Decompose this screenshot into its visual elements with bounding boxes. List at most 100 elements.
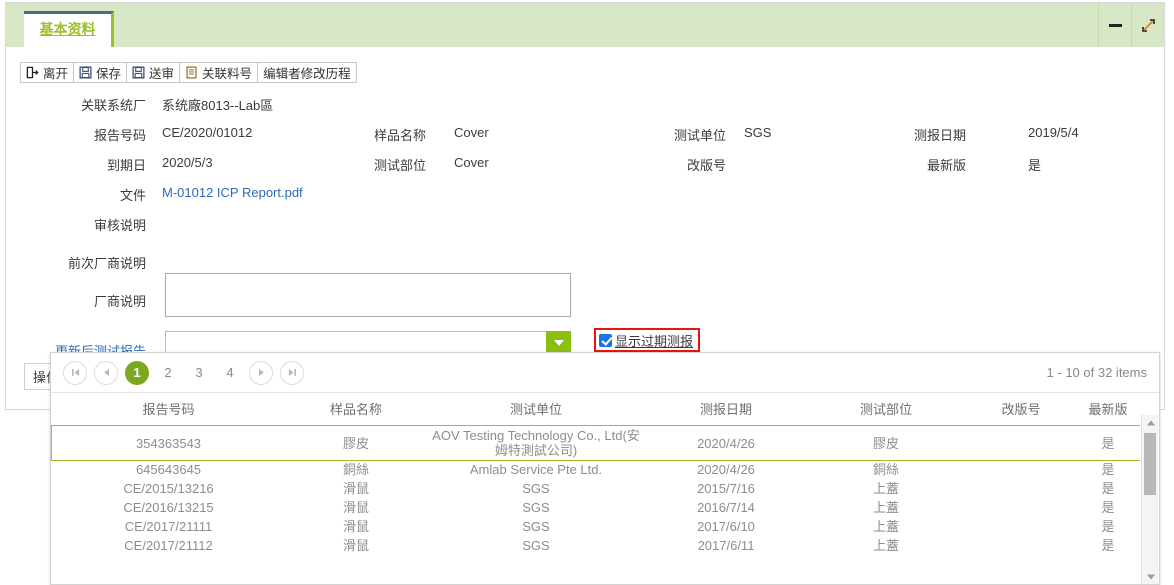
page-button-2[interactable]: 2	[156, 361, 180, 385]
table-row[interactable]: CE/2015/13216 滑鼠 SGS 2015/7/16 上蓋 是	[51, 479, 1140, 498]
table-cell: 銅絲	[872, 462, 899, 477]
tab-basic-info-label: 基本资料	[39, 21, 96, 37]
table-cell: 2016/7/14	[697, 500, 755, 515]
table-cell: 2017/6/11	[697, 538, 755, 553]
table-cell: 膠皮	[342, 435, 369, 451]
form-row-system-factory: 关联系统厂 系统廠8013--Lab區	[6, 95, 1164, 125]
last-page-icon	[288, 369, 296, 376]
editor-history-button-label: 编辑者修改历程	[263, 67, 351, 81]
table-cell: AOV Testing Technology Co., Ltd(安姆特測試公司)	[432, 428, 640, 458]
submit-icon	[132, 66, 145, 79]
report-table: 报告号码 样品名称 测试单位 测报日期 测试部位 改版号 最新版 3543635…	[51, 393, 1140, 555]
table-cell	[966, 426, 1076, 461]
table-row[interactable]: CE/2016/13215 滑鼠 SGS 2016/7/14 上蓋 是	[51, 498, 1140, 517]
prev-vendor-note-label: 前次厂商说明	[67, 256, 146, 271]
save-button-label: 保存	[96, 67, 122, 81]
latest-version-label: 最新版	[926, 158, 966, 173]
col-header-sample-name[interactable]: 样品名称	[286, 393, 426, 426]
test-part-value: Cover	[454, 155, 489, 170]
chevron-down-icon	[553, 340, 564, 346]
prev-page-button[interactable]	[94, 360, 118, 385]
maximize-icon	[1141, 18, 1155, 32]
table-cell: 354363543	[51, 426, 286, 461]
minimize-icon	[1108, 23, 1122, 27]
table-cell: 上蓋	[872, 538, 899, 553]
table-cell	[966, 498, 1076, 517]
grid-viewport: 报告号码 样品名称 测试单位 测报日期 测试部位 改版号 最新版 3543635…	[51, 393, 1140, 584]
related-part-no-button-label: 关联料号	[202, 67, 253, 81]
table-cell: 滑鼠	[342, 538, 369, 553]
table-row[interactable]: 645643645 銅絲 Amlab Service Pte Ltd. 2020/4/…	[51, 460, 1140, 479]
vendor-note-textarea[interactable]	[165, 273, 571, 317]
vendor-note-label: 厂商说明	[93, 294, 146, 309]
col-header-test-lab[interactable]: 测试单位	[426, 393, 646, 426]
table-cell	[966, 517, 1076, 536]
table-row[interactable]: CE/2017/21111 滑鼠 SGS 2017/6/10 上蓋 是	[51, 517, 1140, 536]
table-cell: SGS	[522, 519, 550, 534]
system-factory-label: 关联系统厂	[80, 98, 146, 113]
pager-info: 1 - 10 of 32 items	[1046, 365, 1147, 380]
save-button[interactable]: 保存	[73, 62, 128, 83]
table-cell: 2017/6/10	[697, 519, 755, 534]
related-part-no-button[interactable]: 关联料号	[179, 62, 259, 83]
tab-basic-info[interactable]: 基本资料	[24, 11, 114, 47]
table-cell: SGS	[522, 500, 550, 515]
first-page-icon	[71, 369, 79, 376]
exit-icon	[26, 66, 39, 79]
last-page-button[interactable]	[280, 360, 304, 385]
page-button-4[interactable]: 4	[218, 361, 242, 385]
scroll-up-button[interactable]	[1142, 415, 1159, 431]
leave-button[interactable]: 离开	[20, 62, 75, 83]
window-titlebar: 基本资料	[6, 3, 1164, 47]
scrollbar-thumb[interactable]	[1144, 433, 1156, 495]
revision-label: 改版号	[686, 158, 726, 173]
grid-pager: 1 2 3 4 1 - 10 of 32 items	[51, 353, 1159, 393]
record-form: 关联系统厂 系统廠8013--Lab區 报告号码 CE/2020/01012 样…	[6, 95, 1164, 365]
submit-review-button-label: 送审	[149, 67, 175, 81]
page-button-1[interactable]: 1	[125, 360, 149, 385]
minimize-button[interactable]	[1098, 3, 1131, 47]
table-cell	[966, 479, 1076, 498]
test-part-label: 测试部位	[373, 158, 426, 173]
table-cell: 是	[1101, 435, 1115, 451]
scroll-down-button[interactable]	[1142, 569, 1159, 584]
table-cell: CE/2017/21111	[124, 519, 213, 534]
col-header-report-no[interactable]: 报告号码	[51, 393, 286, 426]
col-header-revision[interactable]: 改版号	[966, 393, 1076, 426]
form-row-file: 文件 M-01012 ICP Report.pdf	[6, 185, 1164, 215]
show-expired-checkbox-group: 显示过期测报	[594, 328, 701, 352]
table-cell: 銅絲	[342, 462, 369, 477]
submit-review-button[interactable]: 送审	[126, 62, 181, 83]
editor-history-button[interactable]: 编辑者修改历程	[257, 62, 357, 83]
test-lab-value: SGS	[744, 125, 772, 140]
table-cell: SGS	[522, 481, 550, 496]
form-row-audit-note: 审核说明	[6, 215, 1164, 245]
first-page-button[interactable]	[63, 360, 87, 385]
sample-name-label: 样品名称	[373, 128, 426, 143]
show-expired-checkbox[interactable]	[599, 333, 612, 347]
next-page-button[interactable]	[249, 360, 273, 385]
table-row[interactable]: 354363543 膠皮 AOV Testing Technology Co., L…	[51, 424, 1140, 461]
form-row-report-no: 报告号码 CE/2020/01012 样品名称 Cover 测试单位 SGS 测…	[6, 125, 1164, 155]
test-lab-label: 测试单位	[673, 128, 726, 143]
show-expired-label[interactable]: 显示过期测报	[615, 331, 693, 350]
maximize-button[interactable]	[1131, 3, 1164, 47]
document-icon	[186, 66, 197, 79]
table-cell: Amlab Service Pte Ltd.	[469, 462, 603, 477]
table-cell: 滑鼠	[342, 519, 369, 534]
grid-scrollbar[interactable]	[1141, 415, 1159, 584]
table-cell: 是	[1101, 462, 1115, 477]
page-button-3[interactable]: 3	[187, 361, 211, 385]
expiry-label: 到期日	[106, 158, 146, 173]
col-header-latest[interactable]: 最新版	[1076, 393, 1140, 426]
table-cell: 是	[1101, 519, 1115, 534]
updated-report-dropdown-panel: 1 2 3 4 1 - 10 of 32 items 报告号码 样品名称 测试单…	[50, 352, 1160, 585]
file-link[interactable]: M-01012 ICP Report.pdf	[162, 185, 303, 200]
latest-version-value: 是	[1028, 158, 1042, 173]
table-cell: 膠皮	[872, 435, 899, 451]
col-header-report-date[interactable]: 测报日期	[646, 393, 806, 426]
col-header-test-part[interactable]: 测试部位	[806, 393, 966, 426]
table-row[interactable]: CE/2017/21112 滑鼠 SGS 2017/6/11 上蓋 是	[51, 536, 1140, 555]
table-cell: 上蓋	[872, 519, 899, 534]
table-cell: 滑鼠	[342, 481, 369, 496]
